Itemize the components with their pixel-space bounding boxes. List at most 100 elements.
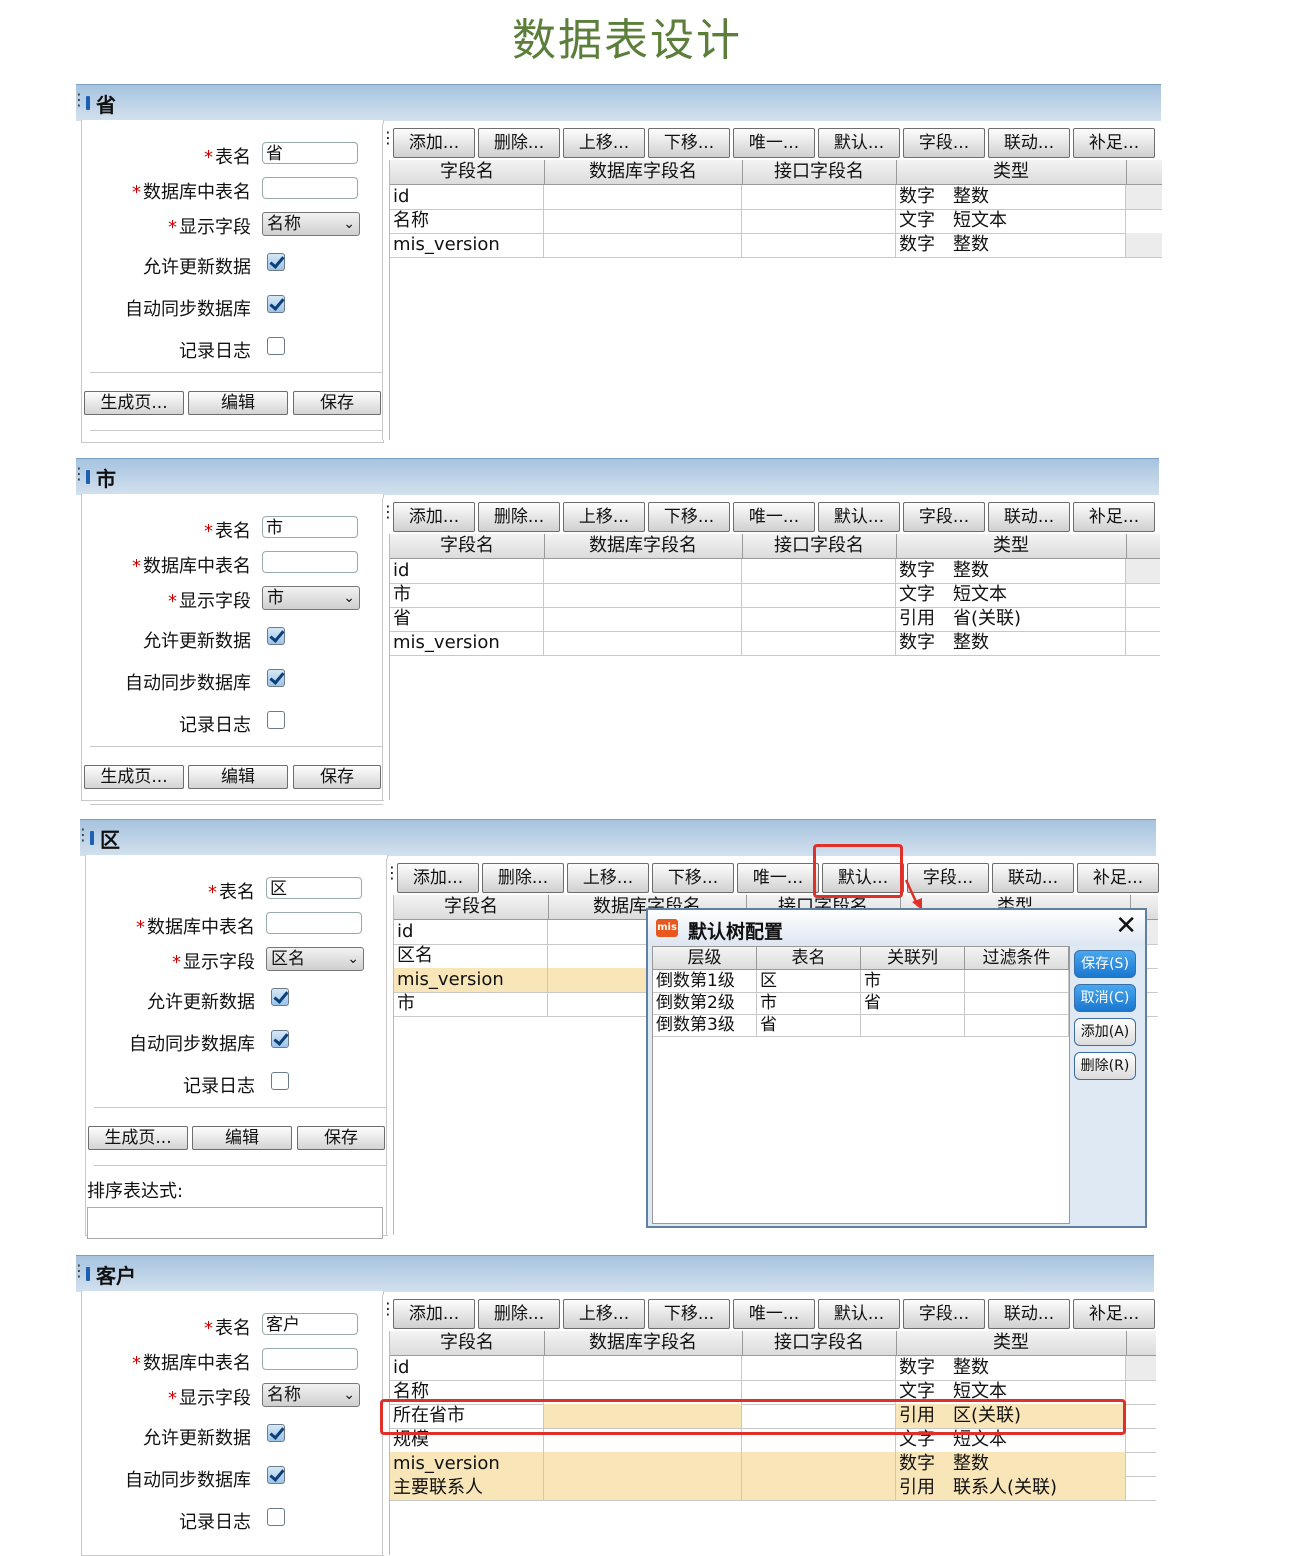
table-row[interactable]: 名称 文字 短文本 bbox=[390, 209, 1162, 234]
table-row[interactable]: 倒数第1级区市 bbox=[653, 970, 1069, 993]
db-field-name-cell[interactable] bbox=[544, 233, 742, 257]
column-header[interactable]: 接口字段名 bbox=[742, 160, 897, 184]
db-field-name-cell[interactable] bbox=[544, 1452, 742, 1476]
filter-cell[interactable] bbox=[965, 992, 1069, 1014]
delete-button[interactable]: 删除... bbox=[478, 128, 560, 158]
toolbar-handle-icon[interactable]: ⋮ bbox=[380, 128, 396, 147]
field-name-cell[interactable]: mis_version bbox=[390, 631, 544, 655]
resize-handle-icon[interactable]: ⋮ bbox=[71, 466, 87, 482]
sort-expression-input[interactable] bbox=[87, 1207, 383, 1239]
api-field-name-cell[interactable] bbox=[742, 209, 896, 233]
toolbar-handle-icon[interactable]: ⋮ bbox=[380, 502, 396, 521]
column-header[interactable]: 类型 bbox=[896, 160, 1127, 184]
generate-page-button[interactable]: 生成页... bbox=[84, 391, 184, 415]
resize-handle-icon[interactable]: ⋮ bbox=[71, 1263, 87, 1279]
panel-header[interactable]: ⋮ 区 bbox=[75, 819, 1156, 856]
table-name-input[interactable]: 区 bbox=[266, 877, 362, 899]
column-header[interactable]: 接口字段名 bbox=[742, 534, 897, 558]
column-cell[interactable]: 市 bbox=[861, 970, 965, 992]
delete-button[interactable]: 删除... bbox=[478, 502, 560, 532]
column-cell[interactable] bbox=[861, 1014, 965, 1036]
auto-sync-checkbox[interactable] bbox=[271, 1030, 289, 1048]
db-field-name-cell[interactable] bbox=[544, 631, 742, 655]
level-cell[interactable]: 倒数第1级 bbox=[653, 970, 757, 992]
log-checkbox[interactable] bbox=[267, 711, 285, 729]
field-name-cell[interactable]: 市 bbox=[390, 583, 544, 607]
api-field-name-cell[interactable] bbox=[742, 1356, 896, 1380]
field-name-cell[interactable]: 名称 bbox=[390, 209, 544, 233]
field-button[interactable]: 字段... bbox=[903, 128, 985, 158]
table-row[interactable]: 倒数第2级市省 bbox=[653, 992, 1069, 1015]
edit-button[interactable]: 编辑 bbox=[188, 765, 288, 789]
allow-update-checkbox[interactable] bbox=[267, 627, 285, 645]
db-table-name-input[interactable] bbox=[262, 177, 358, 199]
extra-cell[interactable] bbox=[1126, 185, 1162, 209]
add-button[interactable]: 添加... bbox=[397, 863, 479, 893]
field-name-cell[interactable]: mis_version bbox=[394, 968, 548, 992]
type-cell[interactable]: 数字 整数 bbox=[896, 185, 1126, 209]
column-header[interactable] bbox=[1126, 1331, 1156, 1355]
table-row[interactable]: mis_version 数字 整数 bbox=[390, 1452, 1156, 1477]
allow-update-checkbox[interactable] bbox=[267, 1424, 285, 1442]
db-table-name-input[interactable] bbox=[262, 551, 358, 573]
type-cell[interactable]: 文字 短文本 bbox=[896, 583, 1126, 607]
extra-cell[interactable] bbox=[1126, 583, 1160, 607]
table-cell[interactable]: 市 bbox=[757, 992, 861, 1014]
add-button[interactable]: 添加... bbox=[393, 1299, 475, 1329]
display-field-select[interactable]: 名称 ⌄ bbox=[262, 1383, 360, 1407]
add-button[interactable]: 添加... bbox=[393, 128, 475, 158]
field-name-cell[interactable]: 区名 bbox=[394, 944, 548, 968]
resize-handle-icon[interactable]: ⋮ bbox=[75, 827, 91, 843]
column-header[interactable] bbox=[1126, 534, 1160, 558]
field-name-cell[interactable]: id bbox=[394, 920, 548, 944]
type-cell[interactable]: 数字 整数 bbox=[896, 559, 1126, 583]
auto-sync-checkbox[interactable] bbox=[267, 295, 285, 313]
field-name-cell[interactable]: mis_version bbox=[390, 1452, 544, 1476]
toolbar-handle-icon[interactable]: ⋮ bbox=[380, 1299, 396, 1318]
save-button[interactable]: 保存 bbox=[297, 1126, 385, 1150]
db-table-name-input[interactable] bbox=[266, 912, 362, 934]
extra-cell[interactable] bbox=[1126, 1476, 1156, 1500]
field-button[interactable]: 字段... bbox=[903, 502, 985, 532]
field-name-cell[interactable]: id bbox=[390, 559, 544, 583]
default-button[interactable]: 默认... bbox=[818, 502, 900, 532]
api-field-name-cell[interactable] bbox=[742, 607, 896, 631]
dialog-delete-button[interactable]: 删除(R) bbox=[1074, 1052, 1136, 1080]
table-cell[interactable]: 区 bbox=[757, 970, 861, 992]
move-up-button[interactable]: 上移... bbox=[563, 502, 645, 532]
extra-cell[interactable] bbox=[1126, 1356, 1156, 1380]
column-header[interactable]: 字段名 bbox=[394, 895, 549, 919]
move-up-button[interactable]: 上移... bbox=[563, 128, 645, 158]
linkage-button[interactable]: 联动... bbox=[988, 1299, 1070, 1329]
type-cell[interactable]: 数字 整数 bbox=[896, 1356, 1126, 1380]
extra-cell[interactable] bbox=[1126, 1380, 1156, 1404]
display-field-select[interactable]: 名称 ⌄ bbox=[262, 212, 360, 236]
extra-cell[interactable] bbox=[1126, 607, 1160, 631]
column-header[interactable]: 过滤条件 bbox=[965, 947, 1069, 969]
move-down-button[interactable]: 下移... bbox=[648, 502, 730, 532]
column-header[interactable]: 字段名 bbox=[390, 160, 545, 184]
column-header[interactable]: 层级 bbox=[653, 947, 757, 969]
type-cell[interactable]: 文字 短文本 bbox=[896, 209, 1126, 233]
type-cell[interactable]: 数字 整数 bbox=[896, 631, 1126, 655]
resize-handle-icon[interactable]: ⋮ bbox=[71, 92, 87, 108]
close-icon[interactable]: ✕ bbox=[1115, 913, 1137, 939]
field-name-cell[interactable]: id bbox=[390, 185, 544, 209]
extra-cell[interactable] bbox=[1126, 631, 1160, 655]
column-header[interactable]: 类型 bbox=[896, 1331, 1127, 1355]
delete-button[interactable]: 删除... bbox=[482, 863, 564, 893]
db-field-name-cell[interactable] bbox=[544, 583, 742, 607]
extra-cell[interactable] bbox=[1126, 209, 1162, 233]
unique-button[interactable]: 唯一... bbox=[737, 863, 819, 893]
supplement-button[interactable]: 补足... bbox=[1073, 128, 1155, 158]
extra-cell[interactable] bbox=[1126, 233, 1162, 257]
api-field-name-cell[interactable] bbox=[742, 1476, 896, 1500]
panel-header[interactable]: ⋮ 客户 bbox=[71, 1255, 1154, 1292]
api-field-name-cell[interactable] bbox=[742, 233, 896, 257]
column-header[interactable]: 类型 bbox=[896, 534, 1127, 558]
extra-cell[interactable] bbox=[1126, 1428, 1156, 1452]
column-cell[interactable]: 省 bbox=[861, 992, 965, 1014]
allow-update-checkbox[interactable] bbox=[267, 253, 285, 271]
filter-cell[interactable] bbox=[965, 970, 1069, 992]
db-field-name-cell[interactable] bbox=[544, 559, 742, 583]
